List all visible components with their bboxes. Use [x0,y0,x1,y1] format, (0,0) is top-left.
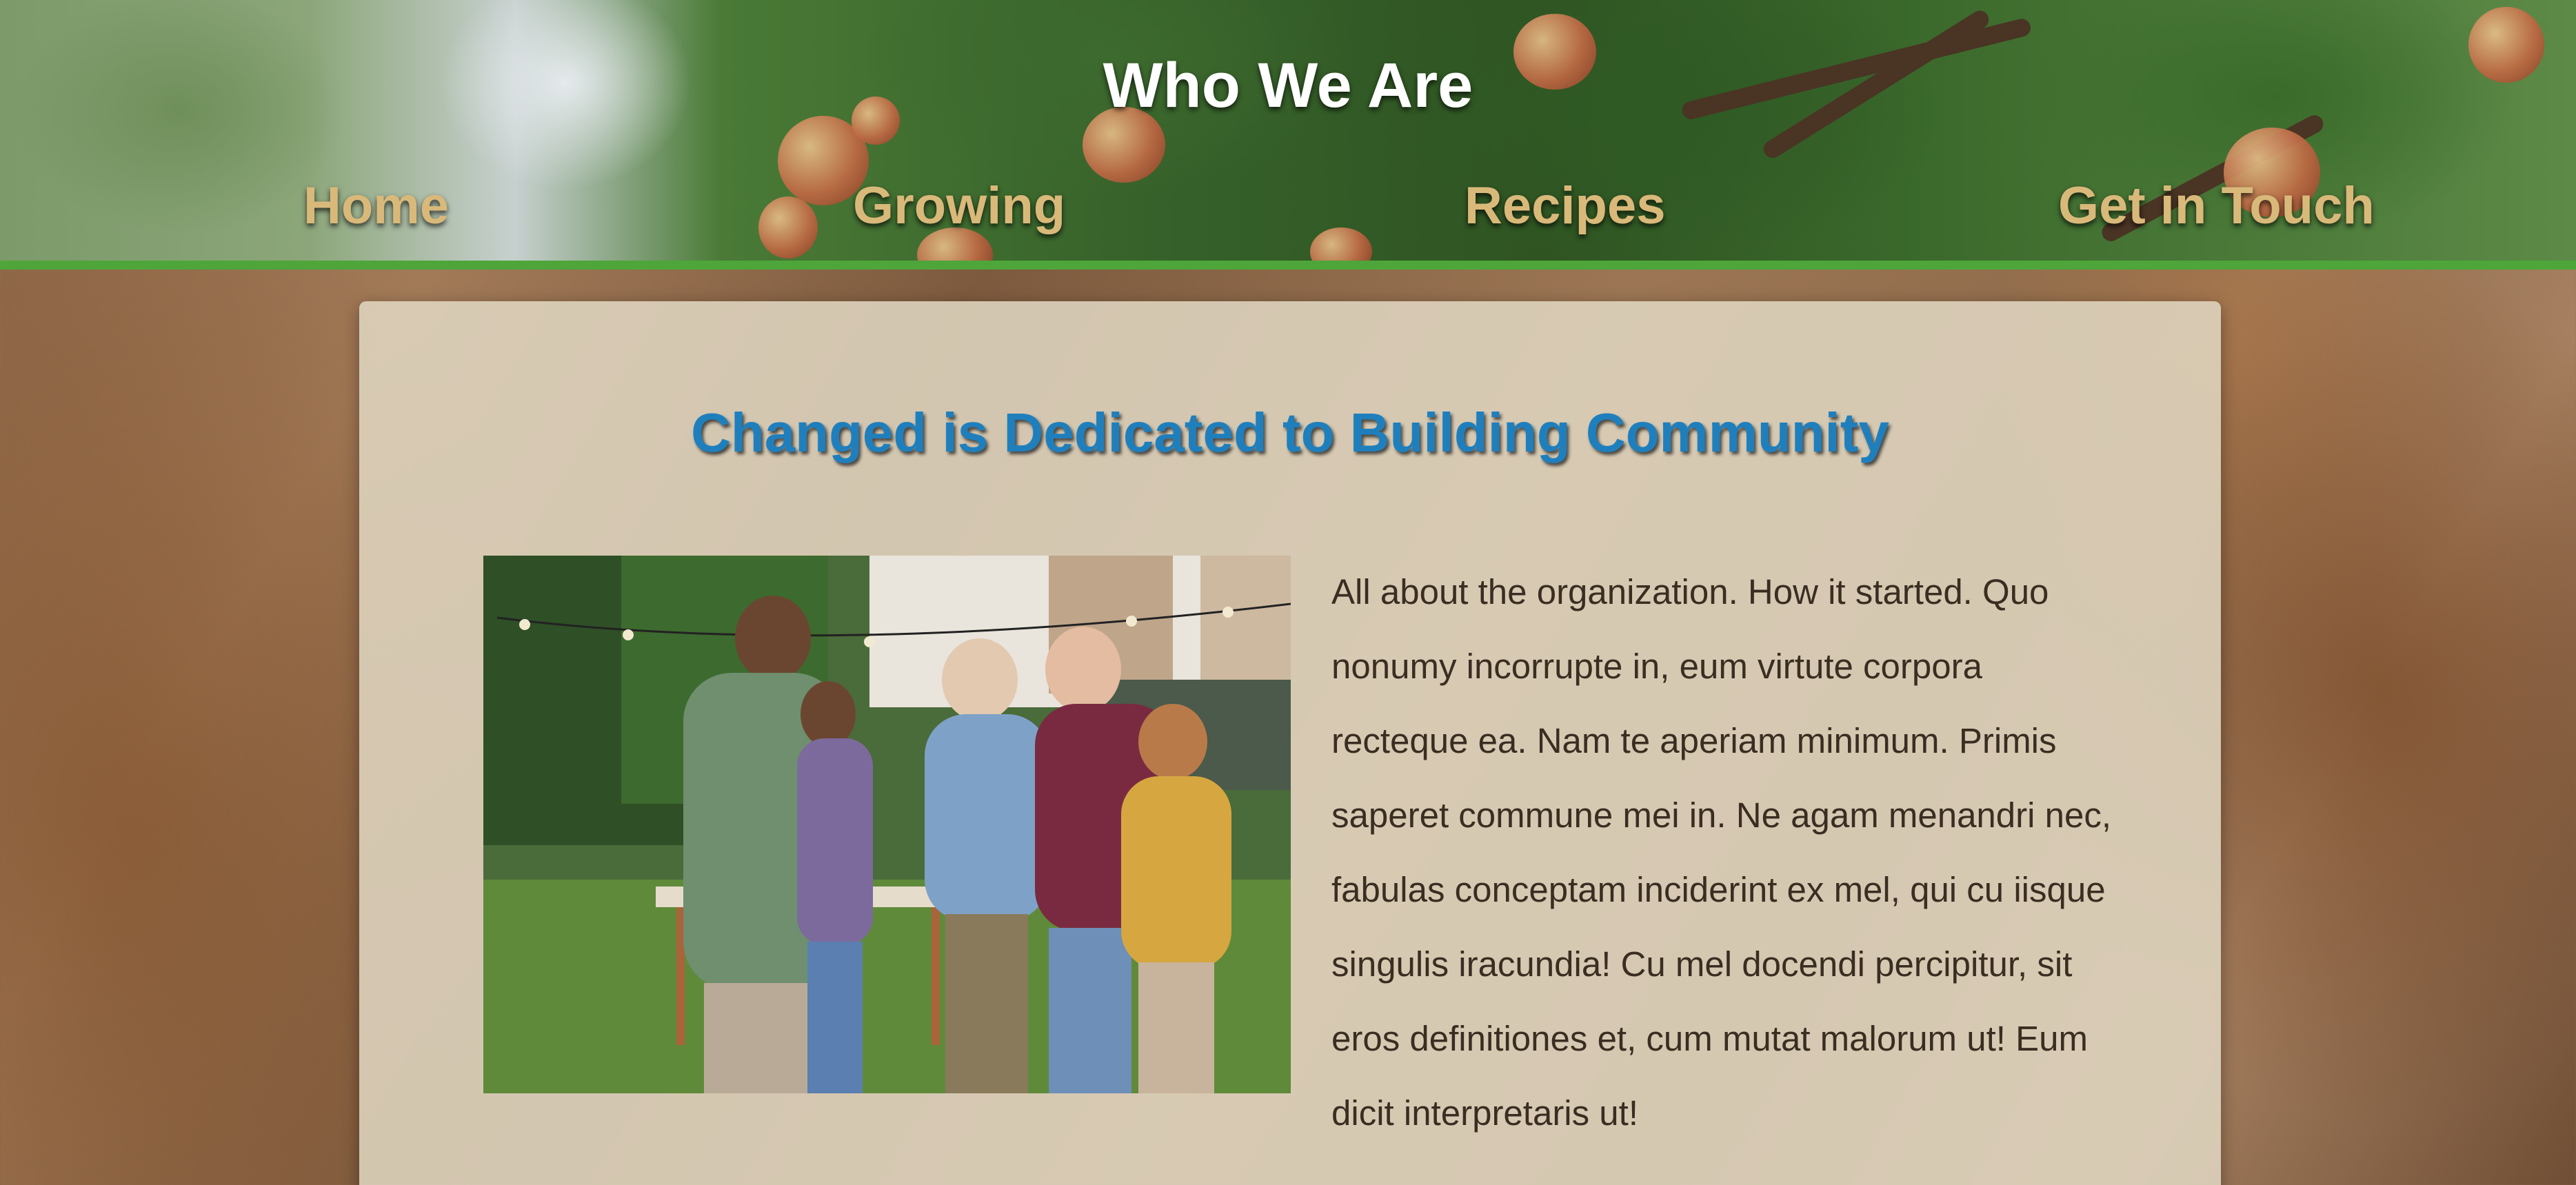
section-heading: Changed is Dedicated to Building Communi… [691,402,1889,463]
header-divider [0,261,2576,270]
site-header: Who We Are Home Growing Recipes Get in T… [0,0,2576,261]
content-card: Changed is Dedicated to Building Communi… [359,301,2221,1185]
community-photo-illustration [483,556,1291,1093]
nav-link-get-in-touch[interactable]: Get in Touch [2058,176,2375,236]
apple-decoration [758,196,818,259]
page-title: Who We Are [1103,50,1473,121]
nav-link-home[interactable]: Home [303,176,449,236]
about-paragraph: All about the organization. How it start… [1331,572,2112,1133]
apple-decoration [1310,227,1372,261]
nav-link-growing[interactable]: Growing [853,176,1065,236]
community-photo [483,556,1291,1093]
nav-link-recipes[interactable]: Recipes [1465,176,1666,236]
